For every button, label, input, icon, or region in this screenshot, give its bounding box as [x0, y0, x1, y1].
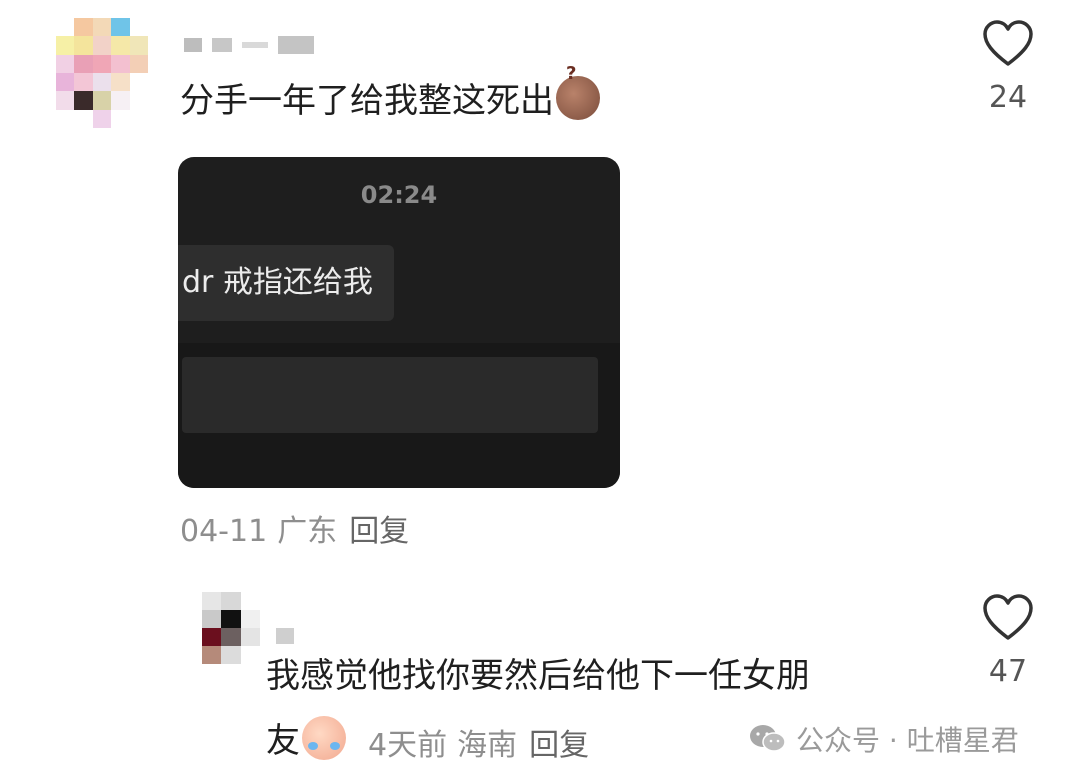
attached-image[interactable]: 02:24 dr 戒指还给我: [178, 157, 620, 488]
heart-icon[interactable]: [982, 594, 1034, 642]
chat-message-bubble: dr 戒指还给我: [178, 245, 394, 321]
reply-text-line2: 友: [266, 716, 346, 763]
comment-meta: 04-11 广东 回复: [180, 506, 409, 550]
reply-button[interactable]: 回复: [349, 514, 409, 549]
reply-location: 海南: [457, 728, 518, 763]
comment-date: 04-11: [180, 514, 268, 549]
comment-location: 广东: [277, 514, 338, 549]
heart-icon[interactable]: [982, 20, 1034, 68]
reply-time: 4天前: [368, 728, 448, 763]
comment-text: 分手一年了给我整这死出: [180, 62, 600, 123]
chat-timestamp: 02:24: [360, 181, 438, 209]
reply-username-blurred: [276, 628, 294, 644]
reply-avatar[interactable]: [202, 592, 260, 664]
chat-input-field: [182, 357, 598, 433]
wechat-icon: [750, 725, 786, 752]
reply-like-count: 47: [988, 654, 1028, 689]
like-button[interactable]: 24: [982, 20, 1034, 115]
comment-thread: 分手一年了给我整这死出 24 02:24 dr 戒指还给我 04-11广东回复 …: [0, 0, 1080, 779]
comment-body: 分手一年了给我整这死出: [180, 81, 554, 121]
crying-laugh-emoji: [302, 716, 346, 760]
like-count: 24: [988, 80, 1028, 115]
reply-reply-button[interactable]: 回复: [529, 728, 589, 763]
reply-text-line1: 我感觉他找你要然后给他下一任女朋: [266, 656, 810, 696]
watermark: 公众号 · 吐槽星君: [748, 719, 1019, 759]
username-blurred: [184, 36, 314, 54]
reply-like-button[interactable]: 47: [982, 594, 1034, 689]
reply-body-tail: 友: [266, 721, 300, 761]
avatar[interactable]: [56, 18, 148, 128]
grimace-bag-emoji: [556, 62, 600, 120]
watermark-text: 公众号 · 吐槽星君: [796, 724, 1019, 757]
reply-meta: 4天前 海南 回复: [368, 720, 589, 764]
